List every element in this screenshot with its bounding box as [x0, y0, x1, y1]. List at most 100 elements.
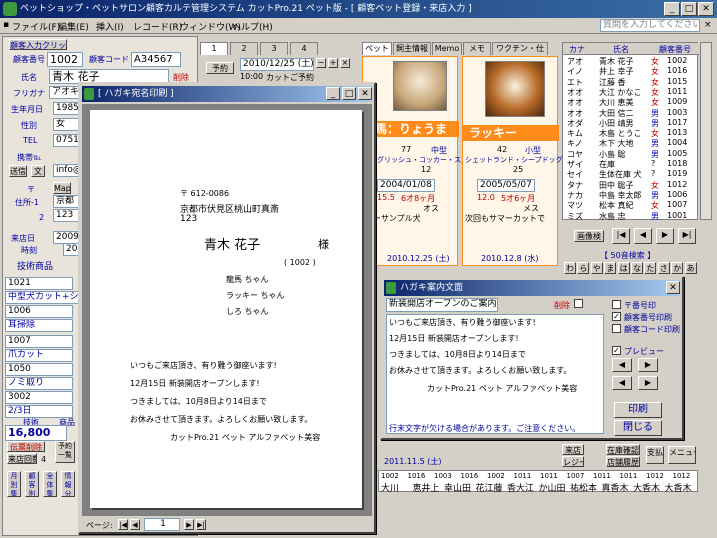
history-name[interactable]: 大香木: [633, 481, 660, 494]
reservation-date[interactable]: 2010/12/25 (土): [240, 58, 314, 71]
kana-index-button[interactable]: な: [631, 262, 643, 274]
guide-text-area[interactable]: いつもご来店頂き、有り難う御座います! 12月15日 新装開店オープンします! …: [386, 314, 604, 434]
history-name[interactable]: 恵井上: [413, 481, 440, 494]
customer-input-button[interactable]: 顧客入力クリック: [9, 39, 67, 50]
reservation-plus-button[interactable]: +: [328, 58, 338, 68]
history-name[interactable]: か山田: [539, 481, 566, 494]
item-8[interactable]: ノミ取り: [5, 377, 73, 390]
kana-index-button[interactable]: あ: [684, 262, 697, 274]
menu-file[interactable]: ファイル(F): [12, 20, 60, 33]
guide-close-button[interactable]: ✕: [666, 281, 680, 294]
guide-prev-button[interactable]: ◀: [612, 358, 632, 372]
history-name[interactable]: 大香木: [665, 481, 692, 494]
page-last-button[interactable]: ▶|: [196, 519, 206, 530]
page-number-field[interactable]: 1: [144, 518, 180, 531]
first-record-button[interactable]: |◀: [612, 228, 630, 244]
guide-delete-checkbox[interactable]: [574, 299, 583, 308]
tab-visit-1[interactable]: 1: [200, 42, 228, 55]
menu-insert[interactable]: 挿入(I): [96, 20, 124, 33]
guide-next-button[interactable]: ▶: [638, 358, 658, 372]
tab-vaccine[interactable]: ワクチン・仕入れ: [492, 42, 548, 65]
help-search-input[interactable]: 質問を入力してください: [600, 19, 700, 32]
per-customer-button[interactable]: 顧客別: [25, 471, 39, 497]
last-record-button[interactable]: ▶|: [678, 228, 696, 244]
menu-edit[interactable]: 編集(E): [58, 20, 89, 33]
item-7[interactable]: 1050: [5, 363, 73, 376]
guide-first-button[interactable]: ◀: [612, 376, 632, 390]
item-2[interactable]: 中型犬カット+シャ: [5, 291, 83, 304]
pet-birth-1[interactable]: 2004/01/08: [377, 179, 435, 192]
stock-confirm-button[interactable]: 在庫確認: [606, 444, 640, 455]
item-4[interactable]: 耳掃除: [5, 319, 73, 332]
maximize-button[interactable]: □: [681, 2, 697, 16]
customer-list-cell[interactable]: 水島 忠: [599, 211, 626, 222]
item-1[interactable]: 1021: [5, 277, 73, 290]
tab-visit-4[interactable]: 4: [290, 42, 318, 55]
mail-text-button[interactable]: 文: [31, 165, 45, 177]
guide-last-button[interactable]: ▶: [638, 376, 658, 390]
history-name[interactable]: 香大江: [507, 481, 534, 494]
tab-memo-2[interactable]: メモ: [463, 42, 491, 55]
page-prev-button[interactable]: ◀: [130, 519, 140, 530]
history-name[interactable]: 幸山田: [444, 481, 471, 494]
close-button[interactable]: ✕: [698, 2, 714, 16]
kana-index-button[interactable]: は: [617, 262, 630, 274]
next-record-button[interactable]: ▶: [656, 228, 674, 244]
mail-send-button[interactable]: 送信: [9, 165, 27, 177]
visit-count-button[interactable]: 来店回数: [7, 453, 37, 464]
prev-record-button[interactable]: ◀: [634, 228, 652, 244]
postcard-minimize-button[interactable]: _: [326, 87, 340, 100]
menu-button[interactable]: メニュー: [668, 446, 696, 464]
payment-button[interactable]: 支払: [646, 446, 664, 464]
tab-visit-3[interactable]: 3: [260, 42, 288, 55]
tab-pet[interactable]: ペット: [362, 42, 392, 55]
tab-owner-info[interactable]: 飼主情報: [393, 42, 431, 55]
history-name[interactable]: 花江藤: [476, 481, 503, 494]
info-analysis-button[interactable]: 情報分析: [61, 471, 75, 497]
store-history-button[interactable]: 店舗履歴: [606, 456, 640, 467]
reservation-button[interactable]: 予約: [206, 62, 234, 74]
history-name[interactable]: 祐松本: [570, 481, 597, 494]
kana-index-button[interactable]: た: [644, 262, 657, 274]
map-button[interactable]: Map: [53, 182, 71, 194]
close-guide-button[interactable]: 閉じる: [614, 420, 662, 436]
postcard-maximize-button[interactable]: □: [342, 87, 356, 100]
page-next-button[interactable]: ▶: [184, 519, 194, 530]
print-button[interactable]: 印刷: [614, 402, 662, 418]
guide-opt-1-checkbox[interactable]: [612, 300, 621, 309]
item-5[interactable]: 1007: [5, 335, 73, 348]
guide-opt-2-checkbox[interactable]: ✓: [612, 312, 621, 321]
postcard-close-button[interactable]: ✕: [358, 87, 372, 100]
reservation-minus-button[interactable]: −: [316, 58, 326, 68]
tab-visit-2[interactable]: 2: [230, 42, 258, 55]
help-close-icon[interactable]: ×: [704, 20, 712, 30]
page-first-button[interactable]: |◀: [118, 519, 128, 530]
history-name[interactable]: 真香木: [602, 481, 629, 494]
pet-birth-2[interactable]: 2005/05/07: [477, 179, 535, 192]
bottom-visit-button[interactable]: 来店: [562, 444, 584, 455]
guide-opt-3-checkbox[interactable]: [612, 324, 621, 333]
menu-record[interactable]: レコード(R): [133, 20, 182, 33]
menu-help[interactable]: ヘルプ(H): [232, 20, 273, 33]
history-name[interactable]: 大川: [381, 481, 399, 494]
kana-index-button[interactable]: か: [671, 262, 684, 274]
overall-total-button[interactable]: 全体集計: [43, 471, 57, 497]
guide-subject-input[interactable]: 新装開店オープンのご案内: [386, 298, 498, 312]
item-9[interactable]: 3002: [5, 391, 73, 404]
slip-delete-button[interactable]: 伝票削除: [7, 441, 45, 452]
item-6[interactable]: 爪カット: [5, 349, 73, 362]
tab-memo-1[interactable]: Memo: [432, 42, 462, 55]
monthly-total-button[interactable]: 月別集計: [7, 471, 21, 497]
minimize-button[interactable]: _: [664, 2, 680, 16]
reservation-list-button[interactable]: 予約一覧: [55, 441, 75, 463]
customer-list-scrollbar[interactable]: [700, 42, 712, 220]
customer-no-field[interactable]: 1002: [47, 52, 83, 67]
customer-code-field[interactable]: A34567: [131, 52, 181, 67]
kana-index-button[interactable]: ら: [577, 262, 590, 274]
kana-index-button[interactable]: ま: [604, 262, 617, 274]
reservation-close-button[interactable]: ×: [340, 58, 350, 68]
guide-preview-checkbox[interactable]: ✓: [612, 346, 621, 355]
kana-index-button[interactable]: さ: [657, 262, 670, 274]
kana-index-button[interactable]: や: [590, 262, 603, 274]
image-search-button[interactable]: 画像検: [574, 230, 604, 242]
